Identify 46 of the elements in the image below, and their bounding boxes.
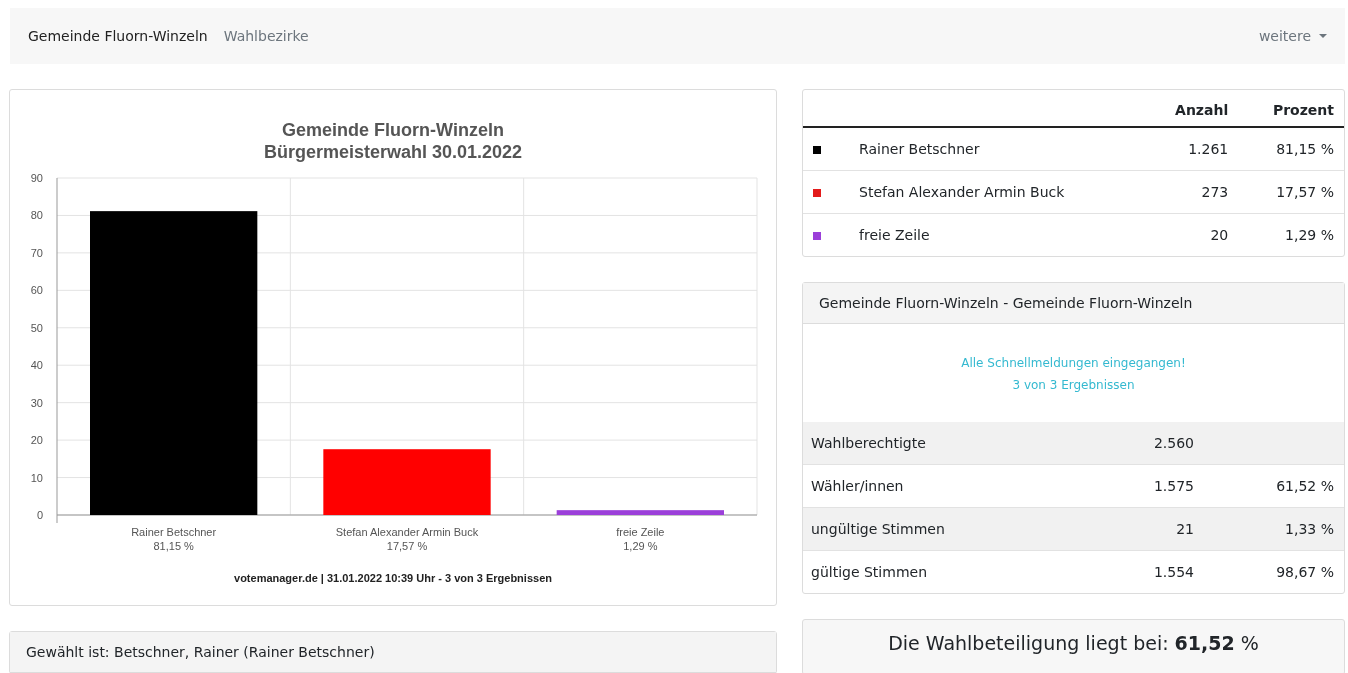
y-tick-label: 70	[30, 246, 43, 259]
turnout-text: Die Wahlbeteiligung liegt bei: 61,52 %	[888, 632, 1259, 654]
status-message: Alle Schnellmeldungen eingegangen!	[960, 355, 1187, 372]
table-cell: ungültige Stimmen	[803, 507, 1064, 551]
table-cell: 17,57 %	[1238, 170, 1344, 214]
category-label: Rainer Betschner	[131, 526, 217, 538]
brand-link[interactable]: Gemeinde Fluorn-Winzeln	[28, 28, 208, 44]
card-header: Gemeinde Fluorn-Winzeln - Gemeinde Fluorn-Winzeln	[803, 283, 1344, 324]
card-header: Gewählt ist: Betschner, Rainer (Rainer Betschner)	[10, 632, 776, 673]
nav-link[interactable]: Wahlbezirke	[223, 28, 309, 44]
chart-title: Gemeinde Fluorn-Winzeln Bürgermeisterwahl 30.01.2022	[263, 120, 523, 162]
value-label: 81,15 %	[153, 540, 194, 552]
table-cell: freie Zeile	[849, 213, 1143, 256]
y-tick-label: 60	[30, 284, 43, 297]
y-tick-label: 50	[30, 321, 43, 334]
y-tick-label: 40	[30, 359, 43, 372]
table-cell: Wahlberechtigte	[803, 422, 1064, 465]
table-cell: 1,33 %	[1204, 507, 1344, 551]
y-tick-label: 0	[36, 509, 43, 521]
chart-caption: votemanager.de | 31.01.2022 10:39 Uhr - 3 von 3 Ergebnissen	[234, 572, 552, 584]
table-cell: 2.560	[1064, 422, 1204, 465]
category-label: Stefan Alexander Armin Buck	[335, 526, 479, 538]
category-label: freie Zeile	[616, 526, 665, 538]
y-tick-label: 20	[30, 434, 43, 447]
status-message: 3 von 3 Ergebnissen	[1011, 377, 1136, 394]
y-tick-label: 10	[30, 471, 43, 484]
table-cell: Stefan Alexander Armin Buck	[849, 170, 1143, 214]
table-cell: Rainer Betschner	[849, 127, 1143, 171]
table-cell: 81,15 %	[1238, 127, 1344, 171]
value-label: 17,57 %	[386, 540, 428, 552]
y-tick-label: 90	[30, 172, 43, 184]
y-tick-label: 30	[30, 396, 43, 409]
table-cell: gültige Stimmen	[803, 550, 1064, 593]
caret-icon	[1319, 34, 1327, 38]
column-header: Prozent	[1238, 90, 1344, 127]
table-cell: 20	[1142, 213, 1239, 256]
table-cell: 1.261	[1142, 127, 1239, 171]
table-cell: 21	[1064, 507, 1204, 551]
table-cell: 98,67 %	[1204, 550, 1344, 593]
table-cell: 1,29 %	[1238, 213, 1344, 256]
table-cell: 273	[1142, 170, 1239, 214]
y-tick-label: 80	[30, 209, 43, 222]
table-cell: 1.554	[1064, 550, 1204, 593]
value-label: 1,29 %	[623, 540, 658, 552]
column-header: Anzahl	[1142, 90, 1239, 127]
dropdown-toggle[interactable]: weitere	[1258, 28, 1327, 44]
